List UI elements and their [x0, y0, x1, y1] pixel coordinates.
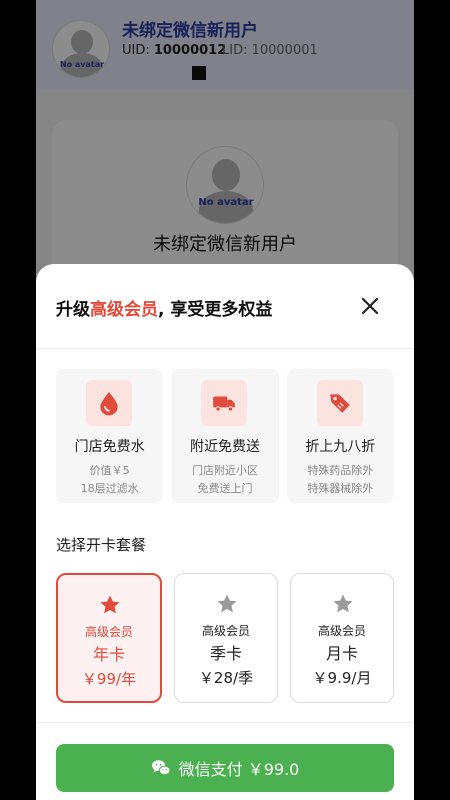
plan-section-label: 选择开卡套餐 — [56, 536, 147, 554]
close-button[interactable] — [358, 294, 382, 318]
star-icon — [333, 594, 353, 613]
benefit-detail: 门店附近小区 — [191, 464, 258, 477]
pay-button-label: 微信支付 ￥99.0 — [178, 760, 300, 779]
benefit-title: 门店免费水 — [74, 439, 145, 455]
star-icon — [217, 594, 237, 613]
delivery-truck-icon — [201, 380, 248, 426]
water-drop-icon — [86, 380, 132, 426]
benefits-list: 门店免费水 价值￥5 18层过滤水 附近免费送 门店附近小区 免费送上门 折上九… — [56, 369, 394, 503]
plan-option-quarterly[interactable]: 高级会员 季卡 ￥28/季 — [174, 573, 278, 703]
plan-name: 年卡 — [92, 645, 125, 664]
benefit-free-water: 门店免费水 价值￥5 18层过滤水 — [56, 369, 164, 503]
upgrade-membership-sheet: 升级高级会员, 享受更多权益 门店免费水 价值￥5 18层过滤水 附近免费送 门… — [36, 264, 414, 800]
divider — [36, 348, 414, 349]
discount-tag-icon — [316, 380, 363, 426]
plan-price: ￥99/年 — [81, 670, 137, 688]
sheet-title: 升级高级会员, 享受更多权益 — [56, 300, 273, 320]
divider — [36, 722, 414, 723]
close-icon — [361, 297, 379, 315]
plan-option-monthly[interactable]: 高级会员 月卡 ￥9.9/月 — [290, 573, 394, 703]
plan-option-yearly[interactable]: 高级会员 年卡 ￥99/年 — [56, 573, 162, 703]
benefit-title: 附近免费送 — [189, 439, 260, 455]
plan-level: 高级会员 — [201, 624, 250, 638]
plan-price: ￥28/季 — [198, 669, 254, 687]
benefit-detail: 18层过滤水 — [80, 482, 139, 495]
wechat-icon — [151, 760, 171, 776]
plan-level: 高级会员 — [84, 625, 133, 639]
star-icon — [100, 595, 120, 614]
plan-name: 月卡 — [325, 644, 358, 663]
benefit-discount: 折上九八折 特殊药品除外 特殊器械除外 — [286, 369, 394, 503]
benefit-detail: 免费送上门 — [197, 482, 253, 495]
benefit-title: 折上九八折 — [305, 439, 376, 455]
benefit-free-delivery: 附近免费送 门店附近小区 免费送上门 — [171, 369, 279, 503]
benefit-detail: 特殊器械除外 — [307, 482, 374, 495]
plan-price: ￥9.9/月 — [312, 669, 372, 687]
title-highlight: 高级会员 — [90, 300, 158, 320]
plan-name: 季卡 — [209, 644, 242, 663]
wechat-pay-button[interactable]: 微信支付 ￥99.0 — [56, 744, 394, 792]
plan-options: 高级会员 年卡 ￥99/年 高级会员 季卡 ￥28/季 高级会员 月卡 ￥9.9… — [56, 573, 394, 703]
plan-level: 高级会员 — [317, 624, 366, 638]
benefit-detail: 特殊药品除外 — [307, 464, 374, 477]
benefit-detail: 价值￥5 — [89, 464, 130, 477]
app-screen: No avatar 未绑定微信新用户 UID: 10000012 LID: 10… — [36, 0, 414, 800]
